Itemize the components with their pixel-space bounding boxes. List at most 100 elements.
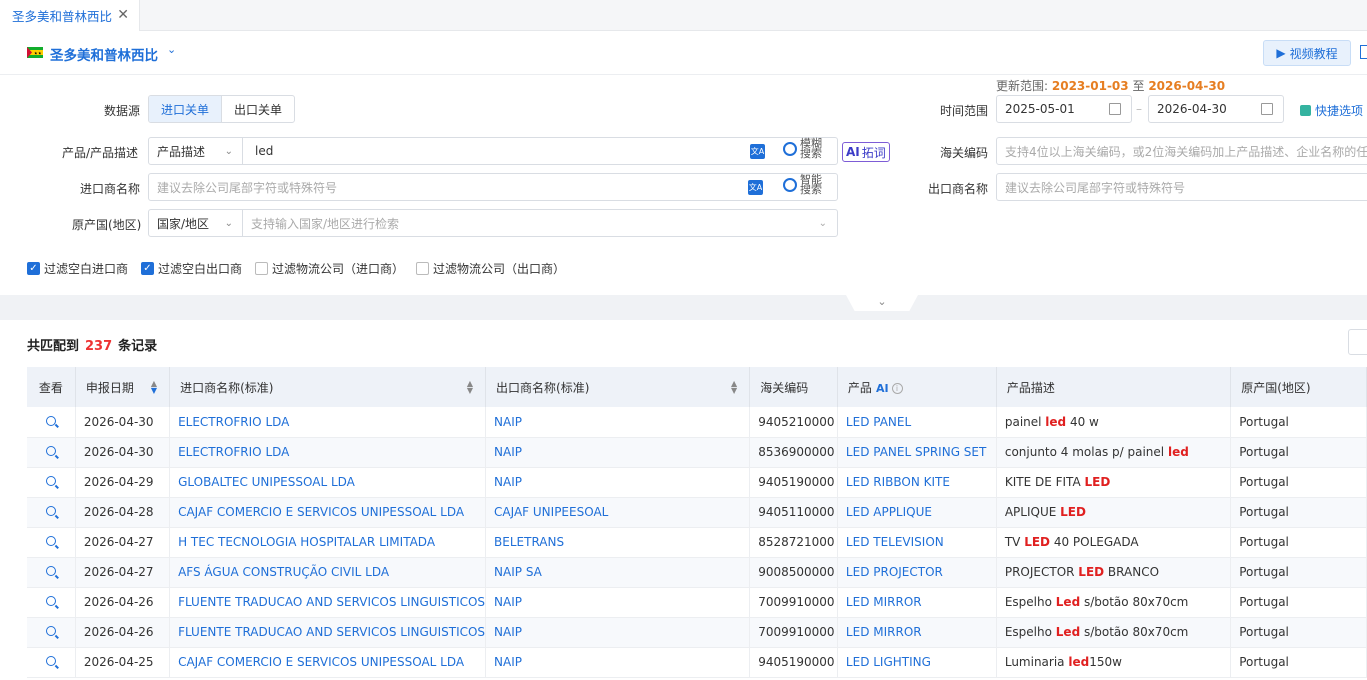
search-icon[interactable] — [45, 596, 56, 606]
origin-type-select[interactable]: 国家/地区 ⌄ — [149, 210, 243, 236]
filter-logistics-importer[interactable]: 过滤物流公司（进口商） — [255, 260, 404, 277]
search-icon[interactable] — [45, 656, 56, 666]
collapse-toggle[interactable]: ⌄ — [846, 295, 918, 311]
search-icon[interactable] — [45, 446, 56, 456]
product-link[interactable]: LED APPLIQUE — [837, 497, 997, 528]
product-link[interactable]: LED TELEVISION — [837, 527, 997, 558]
filter-logistics-exporter[interactable]: 过滤物流公司（出口商） — [416, 260, 565, 277]
sort-icon[interactable]: ▲ ▼ — [467, 380, 473, 395]
exporter-link[interactable]: BELETRANS — [485, 527, 751, 558]
search-icon[interactable] — [45, 566, 56, 576]
table-row[interactable]: 2026-04-29 GLOBALTEC UNIPESSOAL LDA NAIP 94… — [27, 467, 1367, 498]
calendar-icon — [1109, 103, 1121, 115]
video-tutorial-button[interactable]: ▶ 视频教程 — [1263, 40, 1351, 66]
table-row[interactable]: 2026-04-26 FLUENTE TRADUCAO AND SERVICOS … — [27, 617, 1367, 648]
end-date-input[interactable]: 2026-04-30 — [1148, 95, 1284, 123]
view-cell[interactable] — [27, 557, 76, 588]
search-icon[interactable] — [45, 476, 56, 486]
search-icon[interactable] — [45, 626, 56, 636]
col-date[interactable]: 申报日期 ▲ ▼ — [75, 367, 171, 407]
view-cell[interactable] — [27, 407, 76, 438]
product-link[interactable]: LED MIRROR — [837, 587, 997, 618]
ai-expand-button[interactable]: AI 拓词 — [842, 142, 890, 162]
view-cell[interactable] — [27, 617, 76, 648]
importer-input[interactable]: 建议去除公司尾部字符或特殊符号 — [148, 173, 838, 201]
tab-country[interactable]: 圣多美和普林西比 ✕ — [0, 0, 140, 31]
video-icon: ▶ — [1276, 46, 1286, 60]
importer-link[interactable]: FLUENTE TRADUCAO AND SERVICOS LINGUISTIC… — [169, 587, 487, 618]
exporter-link[interactable]: NAIP — [485, 407, 751, 438]
view-cell[interactable] — [27, 497, 76, 528]
product-link[interactable]: LED MIRROR — [837, 617, 997, 648]
search-icon[interactable] — [45, 536, 56, 546]
product-link[interactable]: LED PROJECTOR — [837, 557, 997, 588]
table-row[interactable]: 2026-04-28 CAJAF COMERCIO E SERVICOS UNIP… — [27, 497, 1367, 528]
importer-link[interactable]: CAJAF COMERCIO E SERVICOS UNIPESSOAL LDA — [169, 647, 487, 678]
table-row[interactable]: 2026-04-30 ELECTROFRIO LDA NAIP 9405210000 L… — [27, 407, 1367, 438]
product-link[interactable]: LED LIGHTING — [837, 647, 997, 678]
fuzzy-search-button[interactable]: 模糊搜索 — [783, 138, 826, 159]
datasource-label: 数据源 — [104, 104, 141, 118]
translate-icon[interactable]: 文A — [748, 180, 763, 195]
results-panel: 共匹配到 237 条记录 查看 申报日期 ▲ ▼ 进口商名称(标准) ▲ ▼ 出口商名称(标… — [0, 320, 1367, 680]
view-cell[interactable] — [27, 437, 76, 468]
panel-toggle-icon[interactable] — [1360, 45, 1367, 59]
hs-code-cell: 9008500000 — [749, 557, 838, 588]
col-product: 产品 AI i — [837, 367, 997, 407]
column-settings-button[interactable] — [1348, 329, 1367, 355]
view-cell[interactable] — [27, 527, 76, 558]
info-icon[interactable]: i — [891, 382, 903, 394]
importer-link[interactable]: AFS ÁGUA CONSTRUÇÃO CIVIL LDA — [169, 557, 487, 588]
table-row[interactable]: 2026-04-27 H TEC TECNOLOGIA HOSPITALAR LI… — [27, 527, 1367, 558]
view-cell[interactable] — [27, 647, 76, 678]
exporter-link[interactable]: NAIP — [485, 437, 751, 468]
translate-icon[interactable]: 文A — [750, 144, 765, 159]
exporter-link[interactable]: NAIP — [485, 647, 751, 678]
table-row[interactable]: 2026-04-25 CAJAF COMERCIO E SERVICOS UNIP… — [27, 647, 1367, 678]
smart-search-button[interactable]: 智能搜索 — [783, 174, 826, 195]
table-row[interactable]: 2026-04-27 AFS ÁGUA CONSTRUÇÃO CIVIL LDA N… — [27, 557, 1367, 588]
search-icon[interactable] — [45, 415, 56, 426]
sort-icon[interactable]: ▲ ▼ — [731, 380, 737, 395]
checkbox-checked-icon: ✓ — [27, 262, 40, 275]
flag-icon: ★ ★ — [27, 47, 43, 58]
product-link[interactable]: LED PANEL SPRING SET — [837, 437, 997, 468]
table-row[interactable]: 2026-04-26 FLUENTE TRADUCAO AND SERVICOS … — [27, 587, 1367, 618]
exporter-link[interactable]: NAIP — [485, 617, 751, 648]
chevron-down-icon[interactable]: ⌄ — [819, 218, 827, 229]
product-link[interactable]: LED RIBBON KITE — [837, 467, 997, 498]
view-cell[interactable] — [27, 587, 76, 618]
country-selector[interactable]: 圣多美和普林西比 — [50, 44, 158, 64]
importer-link[interactable]: CAJAF COMERCIO E SERVICOS UNIPESSOAL LDA — [169, 497, 487, 528]
exporter-link[interactable]: CAJAF UNIPEESOAL — [485, 497, 751, 528]
hs-code-input[interactable]: 支持4位以上海关编码，或2位海关编码加上产品描述、企业名称的任 — [996, 137, 1367, 165]
exporter-link[interactable]: NAIP SA — [485, 557, 751, 588]
importer-link[interactable]: ELECTROFRIO LDA — [169, 407, 487, 438]
datasource-export[interactable]: 出口关单 — [222, 96, 294, 122]
importer-link[interactable]: H TEC TECNOLOGIA HOSPITALAR LIMITADA — [169, 527, 487, 558]
date-cell: 2026-04-26 — [75, 587, 171, 618]
importer-link[interactable]: GLOBALTEC UNIPESSOAL LDA — [169, 467, 487, 498]
datasource-import[interactable]: 进口关单 — [149, 96, 223, 122]
start-date-input[interactable]: 2025-05-01 — [996, 95, 1132, 123]
col-importer[interactable]: 进口商名称(标准) ▲ ▼ — [169, 367, 487, 407]
close-icon[interactable]: ✕ — [117, 7, 129, 23]
col-exporter[interactable]: 出口商名称(标准) ▲ ▼ — [485, 367, 751, 407]
search-icon[interactable] — [45, 506, 56, 516]
view-cell[interactable] — [27, 467, 76, 498]
importer-link[interactable]: ELECTROFRIO LDA — [169, 437, 487, 468]
chevron-down-icon[interactable]: ⌄ — [167, 43, 176, 56]
product-input[interactable]: led — [243, 144, 273, 158]
sort-icon[interactable]: ▲ ▼ — [151, 380, 157, 395]
importer-link[interactable]: FLUENTE TRADUCAO AND SERVICOS LINGUISTIC… — [169, 617, 487, 648]
exporter-input[interactable]: 建议去除公司尾部字符或特殊符号 — [996, 173, 1367, 201]
filter-blank-importer[interactable]: ✓ 过滤空白进口商 — [27, 260, 128, 277]
quick-select-link[interactable]: 快捷选项 — [1300, 102, 1363, 119]
exporter-link[interactable]: NAIP — [485, 587, 751, 618]
product-type-select[interactable]: 产品描述 ⌄ — [149, 138, 243, 164]
exporter-link[interactable]: NAIP — [485, 467, 751, 498]
origin-input[interactable]: 支持输入国家/地区进行检索 — [243, 215, 399, 232]
product-link[interactable]: LED PANEL — [837, 407, 997, 438]
filter-blank-exporter[interactable]: ✓ 过滤空白出口商 — [141, 260, 242, 277]
table-row[interactable]: 2026-04-30 ELECTROFRIO LDA NAIP 8536900000 L… — [27, 437, 1367, 468]
